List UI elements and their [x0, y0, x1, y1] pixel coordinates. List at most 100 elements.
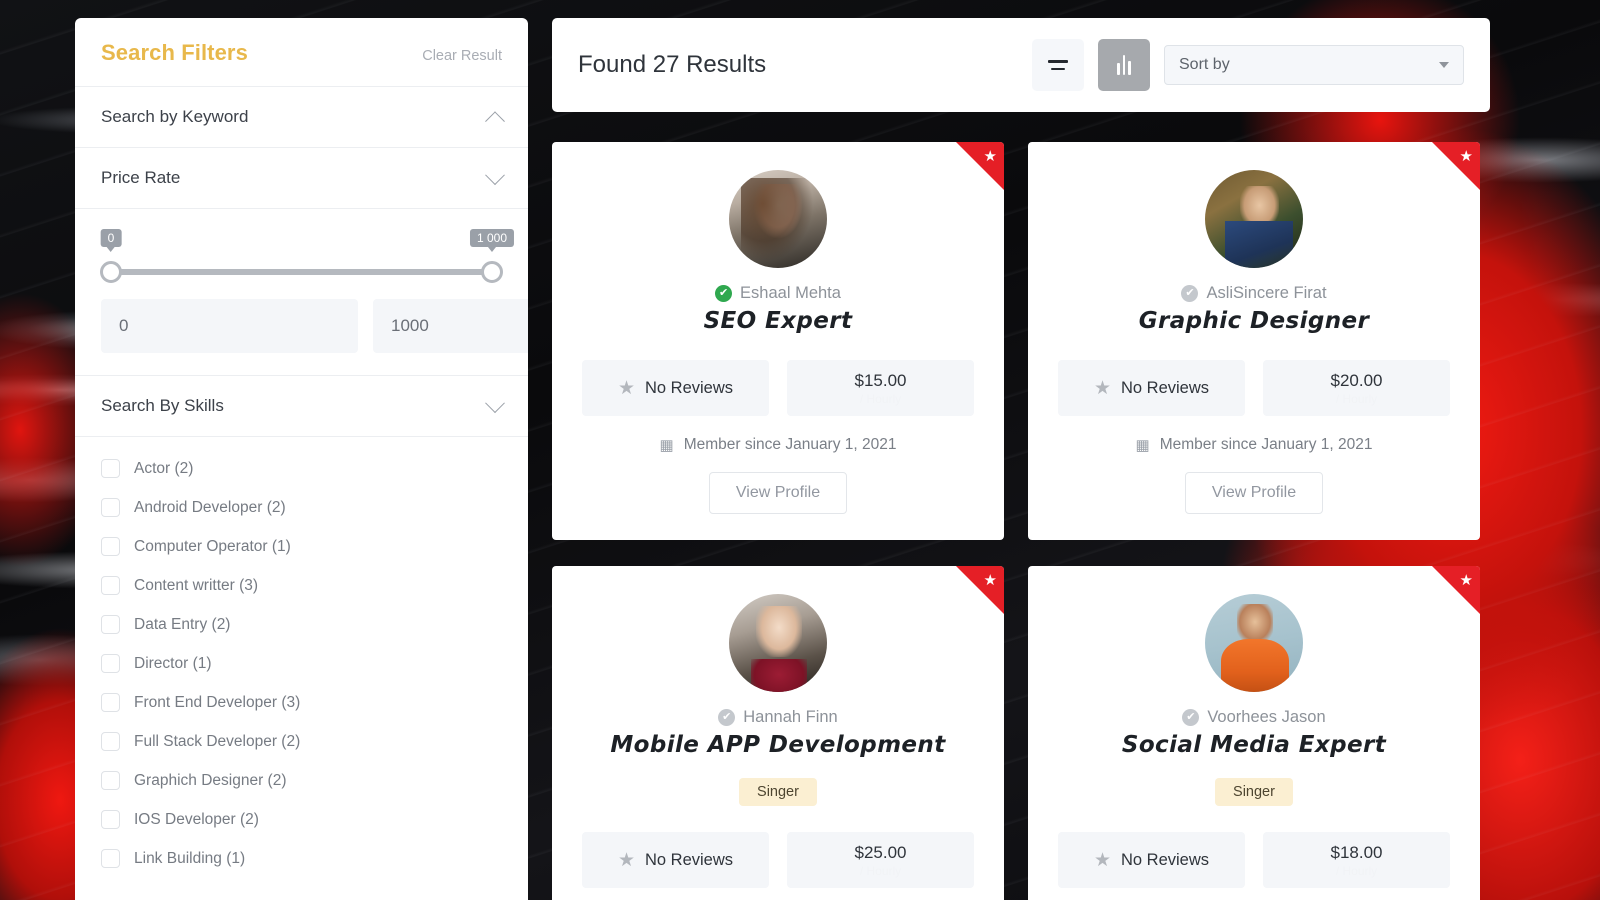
- star-icon: ★: [1459, 572, 1473, 589]
- skill-tag-badge: Singer: [1215, 778, 1293, 806]
- avatar-photo: [729, 594, 827, 692]
- avatar[interactable]: [729, 170, 827, 268]
- star-icon: ★: [1093, 849, 1111, 871]
- skill-checkbox[interactable]: [101, 615, 120, 634]
- skill-checkbox[interactable]: [101, 810, 120, 829]
- card-stats-row: ★ No Reviews $18.00/ Hourly: [1058, 832, 1450, 888]
- skill-label: Director (1): [134, 654, 212, 672]
- skill-label: Graphich Designer (2): [134, 771, 287, 789]
- skill-checkbox[interactable]: [101, 732, 120, 751]
- skill-tag-badge: Singer: [739, 778, 817, 806]
- page-title: Search Filters: [101, 40, 248, 65]
- reviews-stat-inner: ★ No Reviews: [1094, 379, 1209, 398]
- star-icon: ★: [617, 849, 635, 871]
- skill-checkbox[interactable]: [101, 459, 120, 478]
- price-unit-label: / Hourly: [859, 863, 902, 878]
- avatar[interactable]: [729, 594, 827, 692]
- unverified-check-icon: ✔: [718, 709, 736, 726]
- price-value: $18.00: [1330, 842, 1383, 862]
- freelancer-card[interactable]: ★ ✔ AsliSincere Firat Graphic Designer ★ No R…: [1028, 142, 1480, 540]
- freelancer-job-title: Social Media Expert: [1121, 732, 1387, 758]
- skill-checkbox[interactable]: [101, 537, 120, 556]
- calendar-icon: ▦: [659, 436, 674, 454]
- card-stats-row: ★ No Reviews $20.00/ Hourly: [1058, 360, 1450, 416]
- skill-filter-row[interactable]: Front End Developer (3): [101, 683, 502, 722]
- avatar[interactable]: [1205, 170, 1303, 268]
- skill-filter-row[interactable]: Android Developer (2): [101, 488, 502, 527]
- skill-filter-row[interactable]: Full Stack Developer (2): [101, 722, 502, 761]
- avatar-photo: [1205, 170, 1303, 268]
- skill-checkbox[interactable]: [101, 693, 120, 712]
- unverified-check-icon: ✔: [1182, 709, 1200, 726]
- filter-section-label: Search By Skills: [101, 396, 224, 415]
- skill-label: Full Stack Developer (2): [134, 732, 301, 750]
- sort-by-selected-value: Sort by: [1179, 56, 1230, 73]
- skill-label: Android Developer (2): [134, 498, 286, 516]
- chevron-down-icon[interactable]: [485, 165, 505, 186]
- skill-filter-row[interactable]: Link Building (1): [101, 839, 502, 878]
- reviews-stat-box: ★ No Reviews: [582, 832, 769, 888]
- star-icon: ★: [617, 377, 635, 399]
- skill-label: Link Building (1): [134, 849, 246, 867]
- skill-checkbox[interactable]: [101, 849, 120, 868]
- skill-label: Computer Operator (1): [134, 537, 291, 555]
- skill-checkbox[interactable]: [101, 498, 120, 517]
- price-range-slider[interactable]: 0 1 000: [100, 229, 515, 299]
- skill-checkbox[interactable]: [101, 771, 120, 790]
- reviews-label: No Reviews: [645, 850, 734, 869]
- filter-section-search-by-skills[interactable]: Search By Skills: [75, 376, 528, 437]
- card-stats-row: ★ No Reviews $25.00/ Hourly: [582, 832, 974, 888]
- price-min-input[interactable]: [101, 299, 358, 353]
- list-icon-bar-top: [1048, 59, 1068, 63]
- skill-checkbox[interactable]: [101, 654, 120, 673]
- page-root: Search Filters Clear Result Search by Ke…: [0, 0, 1600, 900]
- filter-section-price-rate[interactable]: Price Rate: [75, 148, 528, 209]
- price-value: $15.00: [854, 370, 907, 390]
- avatar-photo: [729, 170, 827, 268]
- price-stat-box: $15.00/ Hourly: [787, 360, 974, 416]
- skill-filter-row[interactable]: Graphich Designer (2): [101, 761, 502, 800]
- skill-filter-row[interactable]: Content writter (3): [101, 566, 502, 605]
- freelancer-card[interactable]: ★ ✔ Hannah Finn Mobile APP Development Singe…: [552, 566, 1004, 900]
- filter-section-search-by-keyword[interactable]: Search by Keyword: [75, 87, 528, 148]
- price-min-tooltip: 0: [100, 229, 122, 247]
- freelancer-job-title: Graphic Designer: [1138, 308, 1370, 334]
- star-icon: ★: [983, 148, 997, 165]
- list-icon-bar-bottom: [1051, 67, 1065, 71]
- skill-filter-row[interactable]: Computer Operator (1): [101, 527, 502, 566]
- skill-filter-row[interactable]: Data Entry (2): [101, 605, 502, 644]
- skill-filter-row[interactable]: Director (1): [101, 644, 502, 683]
- freelancer-name-row: ✔ Eshaal Mehta: [715, 284, 841, 303]
- results-card-grid: ★ ✔ Eshaal Mehta SEO Expert ★ No Reviews $15.0…: [552, 142, 1562, 900]
- star-icon: ★: [1093, 377, 1111, 399]
- grid-view-toggle-button[interactable]: [1098, 39, 1150, 91]
- slider-handle-max[interactable]: [481, 261, 503, 283]
- reviews-stat-box: ★ No Reviews: [1058, 360, 1245, 416]
- skill-checkbox[interactable]: [101, 576, 120, 595]
- slider-track[interactable]: [109, 269, 494, 275]
- freelancer-card[interactable]: ★ ✔ Eshaal Mehta SEO Expert ★ No Reviews $15.0…: [552, 142, 1004, 540]
- price-unit-label: / Hourly: [1335, 391, 1378, 406]
- view-profile-button[interactable]: View Profile: [1184, 472, 1324, 514]
- skill-filter-row[interactable]: IOS Developer (2): [101, 800, 502, 839]
- skill-filter-row[interactable]: Actor (2): [101, 449, 502, 488]
- avatar[interactable]: [1205, 594, 1303, 692]
- list-view-toggle-button[interactable]: [1032, 39, 1084, 91]
- chevron-down-icon[interactable]: [485, 393, 505, 414]
- reviews-label: No Reviews: [1121, 850, 1210, 869]
- results-toolbar: Found 27 Results Sort by: [552, 18, 1490, 112]
- chevron-up-icon[interactable]: [485, 111, 505, 132]
- freelancer-card[interactable]: ★ ✔ Voorhees Jason Social Media Expert Singe…: [1028, 566, 1480, 900]
- price-input-group: [101, 299, 528, 353]
- chevron-down-icon[interactable]: [1439, 62, 1449, 68]
- clear-result-button[interactable]: Clear Result: [422, 48, 502, 64]
- freelancer-name-row: ✔ Voorhees Jason: [1182, 708, 1326, 727]
- sort-by-dropdown[interactable]: Sort by: [1164, 45, 1464, 85]
- slider-handle-min[interactable]: [100, 261, 122, 283]
- freelancer-name-row: ✔ Hannah Finn: [718, 708, 838, 727]
- reviews-label: No Reviews: [645, 378, 734, 397]
- view-profile-button[interactable]: View Profile: [708, 472, 848, 514]
- reviews-stat-inner: ★ No Reviews: [1094, 851, 1209, 870]
- price-stat-box: $20.00/ Hourly: [1263, 360, 1450, 416]
- price-max-input[interactable]: [373, 299, 528, 353]
